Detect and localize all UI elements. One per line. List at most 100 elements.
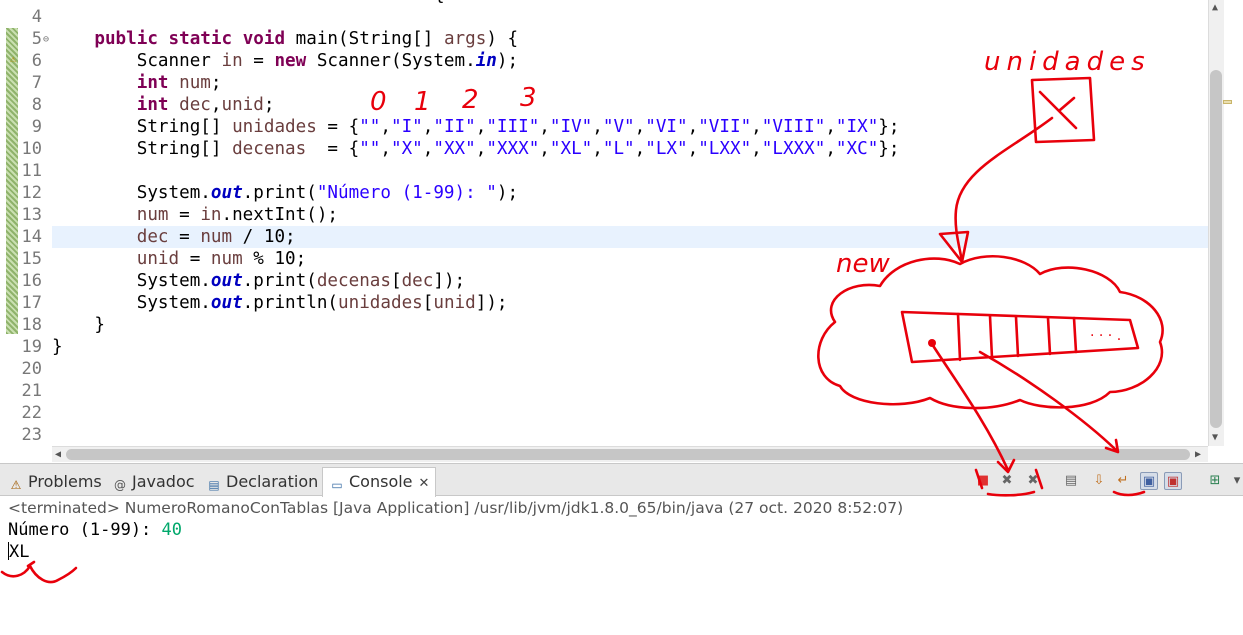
line-number: 10 bbox=[21, 139, 42, 159]
code-text: [ bbox=[390, 271, 402, 291]
overview-warning-marker[interactable] bbox=[1223, 100, 1232, 104]
scroll-right-icon[interactable]: ▶ bbox=[1195, 449, 1201, 461]
terminate-icon[interactable]: ■ bbox=[974, 472, 992, 490]
line-number: 23 bbox=[21, 425, 42, 445]
code-text: .nextInt(); bbox=[221, 205, 339, 225]
code-line[interactable]: String[] decenas = {"","X","XX","XXX","X… bbox=[52, 138, 1208, 160]
fold-collapse-icon[interactable]: ⊖ bbox=[43, 34, 49, 45]
code-line[interactable]: int num; bbox=[52, 72, 1208, 94]
code-line[interactable] bbox=[52, 380, 1208, 402]
code-text: , bbox=[687, 139, 699, 159]
scroll-left-icon[interactable]: ◀ bbox=[55, 449, 61, 461]
code-line[interactable]: int dec,unid; bbox=[52, 94, 1208, 116]
line-number-ruler: ⚠ 4 5 ⊖ 6 7 8 9 10 11 12 13 14 15 16 17 18 19 20 21 22 23 bbox=[0, 0, 52, 446]
code-text: , bbox=[751, 139, 762, 159]
code-line[interactable] bbox=[52, 424, 1208, 446]
view-menu-icon[interactable]: ▾ bbox=[1228, 472, 1243, 490]
code-line[interactable]: Scanner in = new Scanner(System.in); bbox=[52, 50, 1208, 72]
clear-console-icon[interactable]: ▤ bbox=[1062, 472, 1080, 490]
variable: num bbox=[210, 249, 243, 269]
open-console-icon[interactable]: ⊞ bbox=[1206, 472, 1224, 490]
code-line[interactable] bbox=[52, 358, 1208, 380]
remove-all-terminated-icon[interactable]: ✖ bbox=[1024, 472, 1042, 490]
code-line[interactable]: String[] unidades = {"","I","II","III","… bbox=[52, 116, 1208, 138]
code-line[interactable] bbox=[52, 6, 1208, 28]
code-line[interactable]: } bbox=[52, 314, 1208, 336]
declaration-icon: ▤ bbox=[208, 478, 220, 492]
code-text: = bbox=[168, 205, 201, 225]
variable: num bbox=[136, 205, 169, 225]
string-literal: "" bbox=[359, 117, 381, 137]
string-literal: "XC" bbox=[835, 139, 879, 159]
code-text: ; bbox=[263, 95, 275, 115]
code-text: ); bbox=[496, 51, 519, 71]
code-line[interactable] bbox=[52, 402, 1208, 424]
string-literal: "VI" bbox=[645, 117, 688, 137]
code-line[interactable]: System.out.print("Número (1-99): "); bbox=[52, 182, 1208, 204]
code-text: ; bbox=[210, 73, 222, 93]
code-area[interactable]: public static void main(String[] args) {… bbox=[52, 0, 1208, 446]
scroll-lock-icon[interactable]: ⇩ bbox=[1090, 472, 1108, 490]
scroll-down-icon[interactable]: ▼ bbox=[1212, 432, 1218, 444]
code-line[interactable]: public static void main(String[] args) { bbox=[52, 28, 1208, 50]
console-icon: ▭ bbox=[331, 478, 343, 492]
code-text: String[] bbox=[52, 139, 233, 159]
string-literal: "X" bbox=[390, 139, 423, 159]
tab-javadoc[interactable]: @ Javadoc bbox=[112, 468, 195, 495]
code-line[interactable]: num = in.nextInt(); bbox=[52, 204, 1208, 226]
word-wrap-icon[interactable]: ↵ bbox=[1114, 472, 1132, 490]
close-tab-icon[interactable]: ✕ bbox=[419, 476, 430, 491]
scroll-up-icon[interactable]: ▲ bbox=[1212, 2, 1218, 14]
show-on-output-icon[interactable]: ▣ bbox=[1140, 472, 1158, 490]
code-editor[interactable]: ⚠ 4 5 ⊖ 6 7 8 9 10 11 12 13 14 15 16 17 18 19 20 21 22 23 pu… bbox=[0, 0, 1243, 462]
views-tab-bar: ⚠ Problems @ Javadoc ▤ Declaration ▭ Console… bbox=[0, 464, 1243, 497]
string-literal: "XX" bbox=[433, 139, 476, 159]
remove-launch-icon[interactable]: ✖ bbox=[998, 472, 1016, 490]
string-literal: "LXX" bbox=[698, 139, 752, 159]
code-text: Scanner bbox=[52, 51, 222, 71]
code-text: = bbox=[168, 227, 201, 247]
show-on-error-icon[interactable]: ▣ bbox=[1164, 472, 1182, 490]
tab-console[interactable]: ▭ Console ✕ bbox=[322, 467, 437, 497]
string-literal: "IV" bbox=[549, 117, 593, 137]
string-literal: "VII" bbox=[698, 117, 752, 137]
code-line[interactable] bbox=[52, 160, 1208, 182]
line-number: 22 bbox=[21, 403, 42, 423]
code-text: , bbox=[825, 117, 836, 137]
horizontal-scroll-thumb[interactable] bbox=[66, 449, 1190, 460]
code-text: % 10; bbox=[242, 249, 307, 269]
code-line[interactable]: System.out.print(decenas[dec]); bbox=[52, 270, 1208, 292]
code-line[interactable]: dec = num / 10; bbox=[52, 226, 1208, 248]
string-literal: "V" bbox=[602, 117, 635, 137]
code-line[interactable]: System.out.println(unidades[unid]); bbox=[52, 292, 1208, 314]
vertical-scrollbar[interactable]: ▲ ▼ bbox=[1208, 0, 1224, 446]
code-line[interactable]: unid = num % 10; bbox=[52, 248, 1208, 270]
tab-declaration[interactable]: ▤ Declaration bbox=[206, 468, 318, 495]
code-text: , bbox=[592, 117, 603, 137]
console-result: XL bbox=[9, 542, 30, 562]
code-line[interactable]: } bbox=[52, 336, 1208, 358]
horizontal-scrollbar[interactable]: ◀ ▶ bbox=[52, 446, 1208, 462]
console-output-line-2[interactable]: XL bbox=[8, 541, 29, 563]
overview-ruler[interactable] bbox=[1224, 0, 1243, 446]
code-text: , bbox=[422, 139, 434, 159]
code-text: Scanner(System. bbox=[306, 51, 476, 71]
string-literal: "" bbox=[359, 139, 381, 159]
vertical-scroll-thumb[interactable] bbox=[1210, 70, 1222, 428]
line-number: 18 bbox=[21, 315, 42, 335]
code-text: ) { bbox=[486, 29, 519, 49]
string-literal: "I" bbox=[390, 117, 423, 137]
code-text: .println( bbox=[242, 293, 339, 313]
code-text: System. bbox=[52, 183, 211, 203]
tab-problems[interactable]: ⚠ Problems bbox=[8, 468, 102, 495]
code-text: = bbox=[242, 51, 275, 71]
code-text: }; bbox=[878, 117, 900, 137]
